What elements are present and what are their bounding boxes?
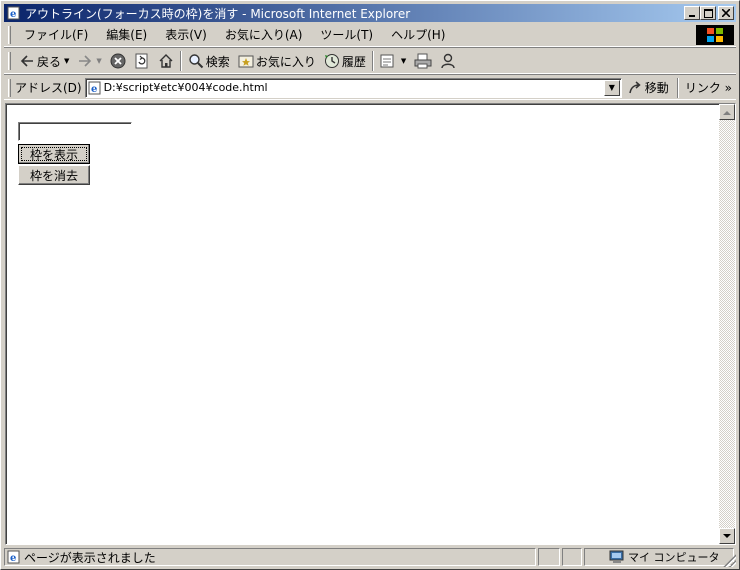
vertical-scrollbar[interactable] — [719, 104, 735, 544]
go-label: 移動 — [644, 81, 669, 95]
address-bar: アドレス(D) e ▼ 移動 リンク » — [4, 76, 736, 100]
status-cell-progress — [538, 548, 560, 566]
forward-dropdown-icon[interactable]: ▼ — [96, 57, 101, 65]
home-button[interactable] — [154, 50, 178, 72]
address-input[interactable] — [101, 79, 604, 96]
favorites-label: お気に入り — [255, 54, 316, 69]
back-arrow-icon — [20, 55, 33, 67]
print-button[interactable] — [410, 50, 436, 72]
menu-tools[interactable]: ツール(T) — [311, 24, 382, 45]
security-zone: マイ コンピュータ — [584, 548, 734, 566]
toolbar-grip[interactable] — [8, 52, 11, 70]
menu-bar: ファイル(F) 編集(E) 表示(V) お気に入り(A) ツール(T) ヘルプ(… — [4, 23, 736, 47]
svg-text:e: e — [91, 84, 97, 95]
windows-logo-icon — [696, 25, 734, 45]
menu-favorites[interactable]: お気に入り(A) — [216, 24, 312, 45]
print-icon — [414, 53, 432, 69]
menu-file[interactable]: ファイル(F) — [15, 24, 97, 45]
address-grip[interactable] — [8, 78, 11, 97]
links-label: リンク — [684, 81, 721, 95]
status-cell-security — [562, 548, 582, 566]
svg-text:e: e — [10, 553, 16, 564]
status-message-pane: e ページが表示されました — [4, 548, 536, 566]
text-input[interactable] — [18, 122, 132, 141]
address-label: アドレス(D) — [14, 81, 82, 95]
search-label: 検索 — [205, 54, 230, 69]
scroll-down-button[interactable] — [719, 528, 735, 544]
menu-view[interactable]: 表示(V) — [156, 24, 216, 45]
resize-grip[interactable] — [722, 553, 736, 567]
mail-icon — [380, 54, 394, 68]
mail-dropdown-icon[interactable]: ▼ — [401, 57, 406, 65]
favorites-icon — [238, 55, 254, 68]
favorites-button[interactable]: お気に入り — [234, 50, 320, 72]
minimize-button[interactable] — [684, 6, 700, 20]
page-icon: e — [86, 81, 102, 95]
forward-arrow-icon — [79, 55, 92, 67]
history-button[interactable]: 履歴 — [320, 50, 370, 72]
chevron-right-icon: » — [724, 81, 732, 95]
go-arrow-icon — [629, 80, 641, 93]
refresh-button[interactable] — [130, 50, 154, 72]
browser-window: e アウトライン(フォーカス時の枠)を消す - Microsoft Intern… — [0, 0, 740, 570]
history-icon — [324, 54, 339, 68]
go-button[interactable]: 移動 — [622, 79, 675, 96]
home-icon — [159, 54, 173, 68]
links-button[interactable]: リンク » — [681, 79, 736, 96]
ie-page-icon: e — [6, 5, 22, 21]
maximize-button[interactable] — [700, 6, 716, 20]
stop-button[interactable] — [106, 50, 130, 72]
my-computer-icon — [609, 550, 624, 563]
menu-edit[interactable]: 編集(E) — [97, 24, 156, 45]
page-done-icon: e — [7, 550, 20, 564]
show-outline-button[interactable]: 枠を表示 — [18, 144, 90, 164]
menu-grip[interactable] — [8, 25, 11, 44]
close-button[interactable] — [718, 6, 734, 20]
address-field[interactable]: e ▼ — [84, 77, 622, 98]
back-dropdown-icon[interactable]: ▼ — [64, 57, 69, 65]
stop-icon — [110, 53, 126, 69]
title-bar[interactable]: e アウトライン(フォーカス時の枠)を消す - Microsoft Intern… — [4, 4, 736, 22]
back-label: 戻る — [37, 54, 62, 69]
search-icon — [189, 54, 204, 69]
zone-label: マイ コンピュータ — [628, 551, 720, 564]
status-bar: e ページが表示されました マイ コンピュータ — [4, 547, 736, 567]
scroll-up-button[interactable] — [719, 104, 735, 120]
status-text: ページが表示されました — [24, 550, 156, 565]
standard-toolbar: 戻る ▼ ▼ 検索 お気に入り 履歴 ▼ — [4, 49, 736, 74]
messenger-icon — [441, 53, 455, 69]
back-button[interactable]: 戻る ▼ — [15, 50, 73, 72]
window-title: アウトライン(フォーカス時の枠)を消す - Microsoft Internet… — [25, 6, 411, 21]
refresh-icon — [135, 53, 148, 69]
history-label: 履歴 — [341, 54, 366, 69]
page-content: 枠を表示 枠を消去 — [5, 103, 736, 545]
hide-outline-button[interactable]: 枠を消去 — [18, 165, 90, 185]
menu-help[interactable]: ヘルプ(H) — [382, 24, 454, 45]
search-button[interactable]: 検索 — [184, 50, 234, 72]
messenger-button[interactable] — [436, 50, 460, 72]
mail-button[interactable]: ▼ — [376, 50, 410, 72]
forward-button[interactable]: ▼ — [73, 50, 105, 72]
svg-text:e: e — [10, 9, 16, 20]
address-dropdown-button[interactable]: ▼ — [603, 79, 620, 96]
